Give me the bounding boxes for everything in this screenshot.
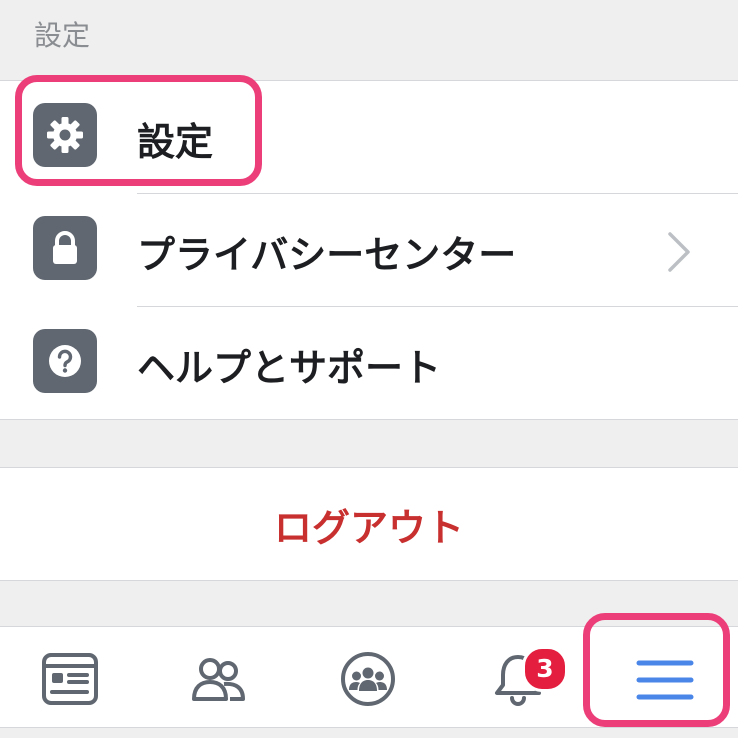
menu-item-label: プライバシーセンター — [137, 233, 517, 277]
menu-item-label: 設定 — [137, 120, 214, 164]
logout-button[interactable]: ログアウト — [0, 468, 738, 580]
menu-item-settings[interactable]: 設定 — [0, 81, 738, 194]
gear-icon — [33, 103, 97, 167]
chevron-right-icon — [668, 232, 690, 272]
hamburger-menu-icon — [636, 660, 694, 700]
question-icon — [33, 329, 97, 393]
news-feed-icon — [42, 653, 98, 705]
notification-badge: 3 — [522, 646, 568, 692]
groups-icon — [341, 652, 395, 706]
section-title: 設定 — [34, 19, 91, 52]
logout-section: ログアウト — [0, 467, 738, 581]
section-header: 設定 — [0, 0, 738, 81]
friends-icon — [192, 658, 245, 701]
tab-menu[interactable] — [605, 627, 725, 727]
tab-news-feed[interactable] — [10, 627, 130, 727]
menu-item-label: ヘルプとサポート — [137, 346, 442, 390]
bottom-tab-bar — [0, 626, 738, 728]
menu-item-privacy-center[interactable]: プライバシーセンター — [0, 194, 738, 307]
menu-item-help-support[interactable]: ヘルプとサポート — [0, 307, 738, 420]
tab-groups[interactable] — [308, 627, 428, 727]
tab-friends[interactable] — [158, 627, 278, 727]
lock-icon — [33, 216, 97, 280]
settings-menu: 設定 プライバシーセンター ヘルプとサポート — [0, 81, 738, 420]
